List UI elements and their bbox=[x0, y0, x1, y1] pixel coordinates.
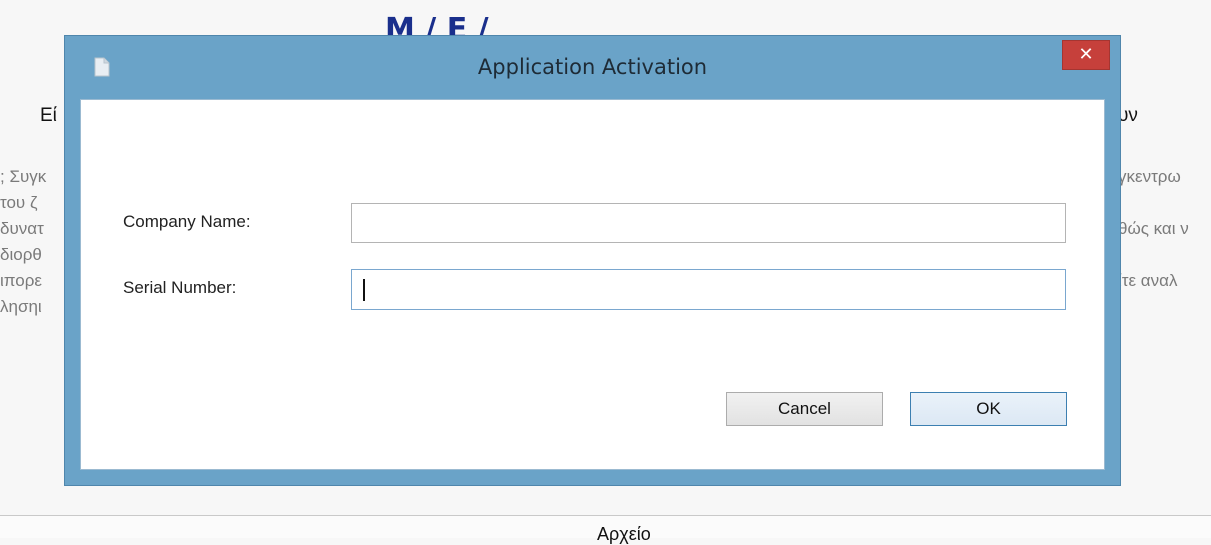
background-line bbox=[1118, 190, 1189, 216]
background-text-left: ; Συγκ του ζ δυνατ διορθ ιπορε λησηι bbox=[0, 164, 46, 320]
background-line: του ζ bbox=[0, 193, 38, 212]
background-heading-left: Εί bbox=[40, 105, 57, 126]
background-line: θώς και ν bbox=[1118, 219, 1189, 238]
dialog-body: Company Name: Serial Number: Cancel OK bbox=[80, 99, 1105, 470]
cancel-button[interactable]: Cancel bbox=[726, 392, 883, 426]
background-line: διορθ bbox=[0, 245, 42, 264]
background-text-right: γκεντρω θώς και ν ίτε αναλ bbox=[1118, 164, 1189, 294]
background-line bbox=[1118, 242, 1189, 268]
background-line: ίτε αναλ bbox=[1118, 271, 1178, 290]
background-line: ; Συγκ bbox=[0, 167, 47, 186]
close-button[interactable]: ✕ bbox=[1062, 40, 1110, 70]
ok-button[interactable]: OK bbox=[910, 392, 1067, 426]
serial-number-field[interactable] bbox=[351, 269, 1066, 310]
company-name-field[interactable] bbox=[351, 203, 1066, 243]
dialog-titlebar[interactable]: Application Activation ✕ bbox=[65, 36, 1120, 99]
background-line: ιπορε bbox=[0, 271, 42, 290]
background-line: γκεντρω bbox=[1118, 167, 1181, 186]
close-icon: ✕ bbox=[1078, 44, 1094, 65]
background-menu-file[interactable]: Αρχείο bbox=[597, 524, 651, 545]
background-line: λησηι bbox=[0, 297, 42, 316]
activation-dialog: Application Activation ✕ Company Name: S… bbox=[64, 35, 1121, 486]
dialog-title: Application Activation bbox=[477, 55, 708, 79]
text-caret bbox=[363, 279, 365, 301]
background-divider bbox=[0, 515, 1211, 516]
background-line: δυνατ bbox=[0, 219, 44, 238]
company-name-label: Company Name: bbox=[123, 212, 251, 231]
serial-number-label: Serial Number: bbox=[123, 278, 237, 297]
